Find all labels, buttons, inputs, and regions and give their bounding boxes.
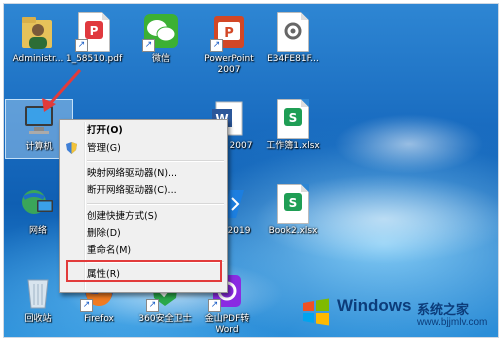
svg-text:P: P	[224, 26, 234, 41]
menu-item-create-shortcut[interactable]: 创建快捷方式(S)	[87, 209, 157, 224]
menu-item-open[interactable]: 打开(O)	[87, 123, 123, 138]
excel-file-icon: S	[274, 99, 312, 139]
context-menu[interactable]: 打开(O) 管理(G) 映射网络驱动器(N)... 断开网络驱动器(C)... …	[59, 119, 228, 293]
shortcut-arrow-icon: ↗	[146, 299, 159, 312]
wallpaper-wave	[334, 114, 484, 174]
icon-label: 微信	[151, 54, 170, 64]
watermark-url: www.bjjmlv.com	[417, 317, 488, 328]
menu-item-rename[interactable]: 重命名(M)	[87, 243, 131, 258]
icon-label: 工作簿1.xlsx	[266, 141, 320, 151]
desktop[interactable]: Administr... P ↗ 1_58510.pdf ↗ 微信 P ↗ Po…	[3, 3, 499, 338]
highlight-box	[66, 260, 222, 282]
watermark-subtitle: 系统之家	[417, 303, 470, 318]
watermark: Windows 系统之家 www.bjjmlv.com	[299, 293, 495, 333]
icon-label: PowerPoint 2007	[204, 54, 254, 75]
desktop-icon-powerpoint[interactable]: P ↗ PowerPoint 2007	[196, 12, 262, 76]
icon-label: 金山PDF转 Word	[204, 314, 250, 335]
recycle-bin-icon	[19, 272, 57, 312]
icon-label: 回收站	[24, 314, 52, 324]
menu-item-manage[interactable]: 管理(G)	[87, 141, 121, 156]
wechat-icon: ↗	[142, 12, 180, 52]
menu-separator	[87, 203, 224, 205]
icon-label: 360安全卫士	[138, 314, 192, 324]
svg-text:S: S	[289, 111, 298, 125]
powerpoint-icon: P ↗	[210, 12, 248, 52]
shortcut-arrow-icon: ↗	[80, 299, 93, 312]
desktop-icon-excel-2[interactable]: S Book2.xlsx	[260, 184, 326, 237]
menu-item-delete[interactable]: 删除(D)	[87, 226, 121, 241]
menu-item-disconnect-network-drive[interactable]: 断开网络驱动器(C)...	[87, 183, 177, 198]
shortcut-arrow-icon: ↗	[208, 299, 221, 312]
shortcut-arrow-icon: ↗	[142, 39, 155, 52]
excel-file-icon: S	[274, 184, 312, 224]
shortcut-arrow-icon: ↗	[210, 39, 223, 52]
svg-text:S: S	[289, 196, 298, 210]
icon-label: Book2.xlsx	[268, 226, 318, 236]
red-arrow-icon	[42, 69, 82, 112]
settings-file-icon	[274, 12, 312, 52]
icon-label: E34FE81F...	[267, 54, 319, 64]
network-icon	[19, 184, 57, 224]
desktop-icon-excel-1[interactable]: S 工作簿1.xlsx	[260, 99, 326, 152]
watermark-title: Windows	[337, 296, 412, 315]
admin-shield-icon	[66, 142, 77, 154]
icon-label: Firefox	[84, 314, 114, 324]
desktop-icon-wechat[interactable]: ↗ 微信	[128, 12, 194, 65]
desktop-icon-settings-file[interactable]: E34FE81F...	[260, 12, 326, 65]
menu-separator	[87, 160, 224, 162]
windows-logo-icon	[303, 298, 329, 326]
menu-item-map-network-drive[interactable]: 映射网络驱动器(N)...	[87, 166, 177, 181]
